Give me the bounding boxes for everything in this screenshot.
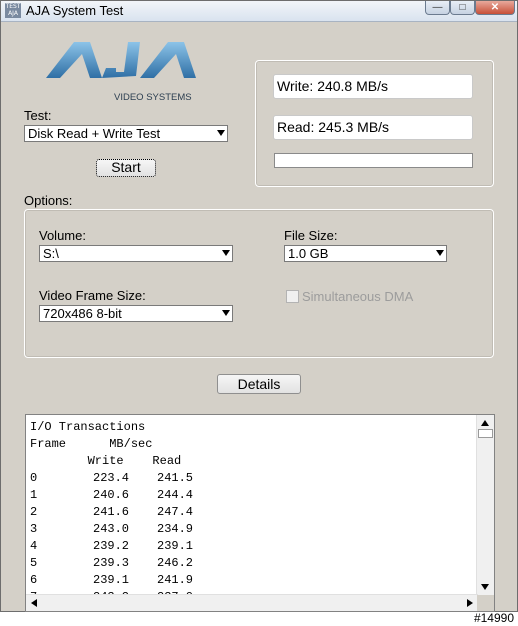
scroll-down-icon[interactable]	[481, 584, 489, 590]
options-group	[24, 209, 494, 358]
vertical-scrollbar[interactable]	[476, 415, 494, 595]
test-select-value: Disk Read + Write Test	[28, 126, 161, 141]
log-row: 1 240.6 244.4	[30, 487, 193, 504]
log-row: 0 223.4 241.5	[30, 470, 193, 487]
aja-logo: VIDEO SYSTEMS	[46, 42, 196, 103]
log-frame: 0	[30, 471, 38, 485]
log-rows: 0 223.4 241.5 1 240.6 244.4 2 241.6 247.4 3 243.0 2…	[30, 470, 193, 606]
window-title: AJA System Test	[26, 3, 124, 18]
client-area: VIDEO SYSTEMS Test: Disk Read + Write Te…	[4, 22, 514, 612]
simultaneous-dma-label: Simultaneous DMA	[302, 289, 414, 304]
log-frame: 1	[30, 488, 38, 502]
log-title: I/O Transactions	[30, 420, 146, 434]
log-row: 2 241.6 247.4	[30, 504, 193, 521]
file-size-select[interactable]: 1.0 GB	[284, 245, 447, 262]
log-text: I/O Transactions Frame MB/sec Write Read 0…	[30, 419, 193, 606]
log-frame: 6	[30, 573, 38, 587]
progress-bar	[274, 153, 473, 168]
close-icon: ✕	[490, 2, 500, 13]
test-select[interactable]: Disk Read + Write Test	[24, 125, 228, 142]
log-read: 241.9	[157, 573, 194, 587]
log-write: 243.0	[93, 522, 130, 536]
options-label: Options:	[24, 193, 73, 208]
log-read: 234.9	[157, 522, 194, 536]
file-size-label: File Size:	[284, 228, 338, 243]
frame-size-select-value: 720x486 8-bit	[43, 306, 122, 321]
log-frame: 4	[30, 539, 38, 553]
app-icon: TEST AJA	[5, 3, 21, 18]
volume-select[interactable]: S:\	[39, 245, 233, 262]
close-button[interactable]: ✕	[475, 1, 515, 15]
volume-select-value: S:\	[43, 246, 59, 261]
read-speed-readout: Read: 245.3 MB/s	[273, 115, 473, 140]
minimize-icon: —	[432, 2, 443, 13]
io-transactions-log[interactable]: I/O Transactions Frame MB/sec Write Read 0…	[25, 414, 495, 612]
logo-subtitle: VIDEO SYSTEMS	[114, 92, 192, 103]
minimize-button[interactable]: —	[425, 1, 450, 15]
log-header-columns: Write Read	[30, 454, 182, 468]
log-read: 239.1	[157, 539, 194, 553]
log-row: 6 239.1 241.9	[30, 572, 193, 589]
maximize-button[interactable]: □	[450, 1, 475, 15]
log-read: 241.5	[157, 471, 194, 485]
log-write: 239.2	[93, 539, 130, 553]
chevron-down-icon	[436, 250, 444, 256]
volume-label: Volume:	[39, 228, 86, 243]
chevron-down-icon	[222, 250, 230, 256]
log-write: 240.6	[93, 488, 130, 502]
log-write: 239.3	[93, 556, 130, 570]
frame-size-select[interactable]: 720x486 8-bit	[39, 305, 233, 322]
vertical-scroll-thumb[interactable]	[478, 429, 493, 438]
write-speed-readout: Write: 240.8 MB/s	[273, 74, 473, 99]
frame-size-label: Video Frame Size:	[39, 288, 146, 303]
scrollbar-corner	[477, 595, 494, 611]
title-bar[interactable]: TEST AJA AJA System Test — □ ✕	[1, 1, 517, 22]
chevron-down-icon	[222, 310, 230, 316]
log-write: 223.4	[93, 471, 130, 485]
log-row: 3 243.0 234.9	[30, 521, 193, 538]
log-read: 244.4	[157, 488, 194, 502]
details-button[interactable]: Details	[217, 374, 301, 394]
log-frame: 3	[30, 522, 38, 536]
test-label: Test:	[24, 108, 52, 123]
file-size-select-value: 1.0 GB	[288, 246, 329, 261]
horizontal-scrollbar[interactable]	[26, 594, 478, 611]
log-row: 4 239.2 239.1	[30, 538, 193, 555]
log-write: 239.1	[93, 573, 130, 587]
log-read: 247.4	[157, 505, 194, 519]
start-button[interactable]: Start	[96, 159, 156, 177]
scroll-right-icon[interactable]	[467, 599, 473, 607]
simultaneous-dma-checkbox[interactable]	[286, 290, 299, 303]
chevron-down-icon	[217, 130, 225, 136]
log-frame: 2	[30, 505, 38, 519]
log-write: 241.6	[93, 505, 130, 519]
maximize-icon: □	[459, 2, 466, 13]
log-header-frame: Frame MB/sec	[30, 437, 153, 451]
watermark: #14990	[473, 611, 514, 625]
log-row: 5 239.3 246.2	[30, 555, 193, 572]
log-frame: 5	[30, 556, 38, 570]
scroll-up-icon[interactable]	[481, 420, 489, 426]
app-window: TEST AJA AJA System Test — □ ✕ VIDEO SYS…	[0, 0, 518, 612]
log-read: 246.2	[157, 556, 194, 570]
scroll-left-icon[interactable]	[31, 599, 37, 607]
